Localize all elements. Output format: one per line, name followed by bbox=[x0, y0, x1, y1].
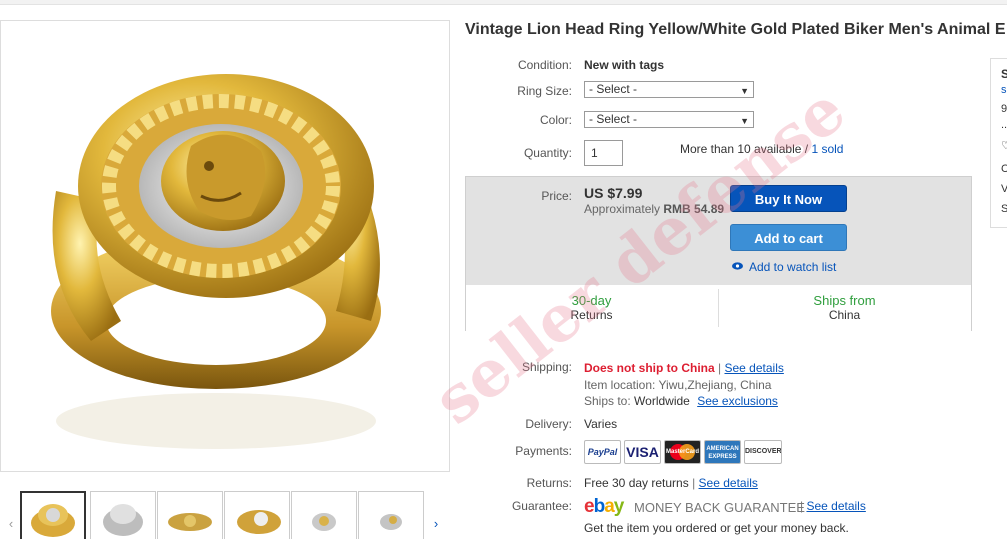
thumbnail-strip: ‹ › bbox=[0, 488, 450, 539]
guarantee-details: | See details bbox=[800, 499, 866, 513]
returns-value: Free 30 day returns bbox=[584, 476, 689, 490]
payments-label: Payments: bbox=[515, 444, 572, 458]
buy-it-now-button[interactable]: Buy It Now bbox=[730, 185, 847, 212]
seller-card-char[interactable]: s bbox=[1001, 84, 1007, 96]
seller-card-char: .. bbox=[1001, 119, 1007, 131]
condition-value: New with tags bbox=[584, 58, 665, 72]
guarantee-label: Guarantee: bbox=[511, 499, 572, 513]
item-location-label: Item location: bbox=[584, 378, 656, 392]
caret-down-icon: ▼ bbox=[740, 116, 749, 126]
thumbnail-5[interactable] bbox=[291, 491, 357, 539]
ships-from-label: Ships from bbox=[813, 293, 876, 308]
price-label: Price: bbox=[541, 189, 572, 203]
availability-text: More than 10 available / 1 sold bbox=[680, 142, 843, 156]
quantity-label: Quantity: bbox=[523, 146, 572, 160]
shipping-label: Shipping: bbox=[521, 360, 572, 374]
seller-card-char: V bbox=[1001, 183, 1007, 195]
chevron-left-icon[interactable]: ‹ bbox=[4, 516, 18, 531]
guarantee-text: Get the item you ordered or get your mon… bbox=[584, 521, 849, 535]
approx-prefix: Approximately bbox=[584, 202, 661, 216]
color-select[interactable]: - Select - ▼ bbox=[584, 111, 754, 128]
item-location-value: Yiwu,Zhejiang, China bbox=[658, 378, 772, 392]
returns-row-label: Returns: bbox=[526, 476, 572, 490]
mastercard-logo: MasterCard bbox=[664, 440, 701, 464]
seller-card-char: S bbox=[1001, 203, 1007, 215]
seller-card-char: S bbox=[1001, 67, 1007, 81]
money-back-guarantee: MONEY BACK GUARANTEE bbox=[634, 500, 805, 515]
delivery-label: Delivery: bbox=[525, 417, 572, 431]
thumbnail-3[interactable] bbox=[157, 491, 223, 539]
main-product-image[interactable] bbox=[0, 20, 450, 472]
seller-card-char: C bbox=[1001, 163, 1007, 175]
seller-card-char: 9 bbox=[1001, 103, 1007, 115]
does-not-ship-text: Does not ship to China bbox=[584, 361, 715, 375]
color-label: Color: bbox=[539, 113, 572, 127]
ships-from-value: China bbox=[828, 308, 861, 322]
separator: | bbox=[718, 361, 722, 375]
shipping-line: Does not ship to China | See details bbox=[584, 361, 784, 375]
thumbnail-4[interactable] bbox=[224, 491, 290, 539]
price-value: US $7.99 bbox=[584, 185, 643, 201]
sold-link[interactable]: 1 sold bbox=[811, 142, 843, 156]
returns-row: Free 30 day returns | See details bbox=[584, 476, 758, 490]
thumbnail-6[interactable] bbox=[358, 491, 424, 539]
chevron-right-icon[interactable]: › bbox=[429, 516, 443, 531]
seller-info-card: S s 9 .. ♡ C V S bbox=[990, 58, 1007, 228]
discover-logo: DISCOVER bbox=[744, 440, 782, 464]
separator: | bbox=[692, 476, 696, 490]
top-nav-border bbox=[0, 0, 1007, 5]
availability-count: More than 10 available / bbox=[680, 142, 809, 156]
returns-see-details-link[interactable]: See details bbox=[699, 476, 758, 490]
ships-to-value: Worldwide bbox=[634, 394, 690, 408]
ring-size-label: Ring Size: bbox=[517, 84, 572, 98]
caret-down-icon: ▼ bbox=[740, 86, 749, 96]
item-title: Vintage Lion Head Ring Yellow/White Gold… bbox=[465, 21, 1006, 38]
separator: | bbox=[800, 499, 804, 513]
paypal-logo: PayPal bbox=[584, 440, 621, 464]
ships-to: Ships to: Worldwide See exclusions bbox=[584, 394, 778, 408]
returns-days: 30-day bbox=[571, 293, 612, 308]
condition-label: Condition: bbox=[517, 58, 572, 72]
thumbnail-1[interactable] bbox=[20, 491, 86, 539]
thumbnail-2[interactable] bbox=[90, 491, 156, 539]
delivery-value: Varies bbox=[584, 417, 618, 431]
add-to-watch-list-link[interactable]: Add to watch list bbox=[749, 260, 836, 274]
approx-value: RMB 54.89 bbox=[663, 202, 725, 216]
ring-size-select-value: - Select - bbox=[589, 82, 638, 96]
visa-logo: VISA bbox=[624, 440, 661, 464]
eye-icon bbox=[732, 262, 743, 270]
ebay-logo: ebay bbox=[584, 496, 624, 517]
color-select-value: - Select - bbox=[589, 112, 638, 126]
amex-logo: AMERICAN EXPRESS bbox=[704, 440, 741, 464]
ring-size-select[interactable]: - Select - ▼ bbox=[584, 81, 754, 98]
ships-to-label: Ships to: bbox=[584, 394, 631, 408]
shipping-see-details-link[interactable]: See details bbox=[724, 361, 783, 375]
see-exclusions-link[interactable]: See exclusions bbox=[697, 394, 778, 408]
approx-price: Approximately RMB 54.89 bbox=[584, 202, 724, 216]
heart-icon[interactable]: ♡ bbox=[1001, 139, 1007, 152]
guarantee-see-details-link[interactable]: See details bbox=[806, 499, 865, 513]
item-location: Item location: Yiwu,Zhejiang, China bbox=[584, 378, 771, 392]
quantity-input[interactable] bbox=[584, 140, 623, 166]
add-to-cart-button[interactable]: Add to cart bbox=[730, 224, 847, 251]
returns-label: Returns bbox=[570, 308, 613, 322]
mastercard-text: MasterCard bbox=[665, 449, 699, 455]
